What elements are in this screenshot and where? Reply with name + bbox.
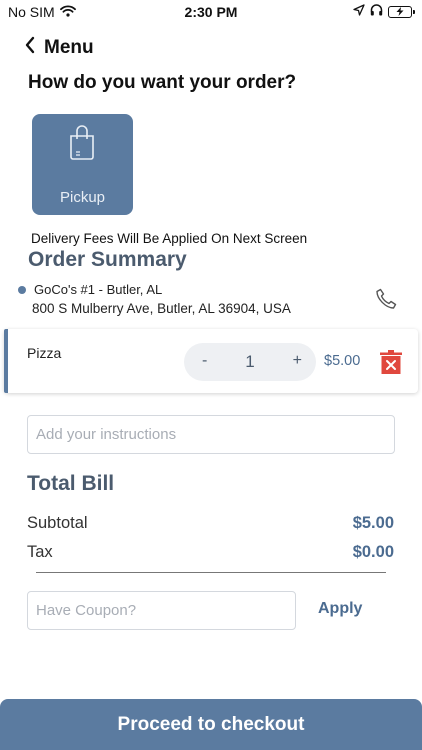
store-bullet (18, 286, 26, 294)
pickup-label: Pickup (59, 189, 106, 206)
coupon-input[interactable] (27, 591, 296, 630)
apply-coupon-button[interactable]: Apply (318, 600, 362, 618)
order-screen: No SIM 2:30 PM Menu How do you want your… (0, 0, 422, 750)
tax-label: Tax (27, 543, 53, 561)
pickup-option-button[interactable]: Pickup (32, 114, 133, 215)
shopping-bag-icon (68, 124, 96, 165)
item-name: Pizza (27, 345, 62, 361)
headphones-icon (370, 3, 383, 21)
proceed-to-checkout-button[interactable]: Proceed to checkout (0, 699, 422, 750)
item-accent-bar (4, 329, 8, 393)
store-address: 800 S Mulberry Ave, Butler, AL 36904, US… (32, 301, 291, 316)
back-to-menu-button[interactable]: Menu (24, 36, 94, 59)
instructions-input[interactable] (27, 415, 395, 454)
location-arrow-icon (353, 3, 365, 21)
subtotal-label: Subtotal (27, 514, 88, 532)
divider (36, 572, 386, 573)
item-price: $5.00 (324, 353, 361, 369)
back-label: Menu (44, 36, 94, 58)
list-item: Pizza - 1 + $5.00 (4, 329, 418, 393)
order-summary-title: Order Summary (28, 248, 187, 271)
total-bill-title: Total Bill (27, 472, 115, 495)
order-type-question: How do you want your order? (28, 72, 297, 93)
subtotal-value: $5.00 (352, 514, 394, 532)
battery-charging-icon (388, 6, 415, 18)
phone-icon[interactable] (374, 287, 398, 316)
delivery-fee-note: Delivery Fees Will Be Applied On Next Sc… (31, 231, 308, 246)
increment-button[interactable]: + (293, 352, 302, 370)
trash-icon[interactable] (380, 350, 402, 379)
store-name: GoCo's #1 - Butler, AL (34, 282, 163, 297)
tax-value: $0.00 (352, 543, 394, 561)
status-right (353, 3, 415, 21)
status-bar: No SIM 2:30 PM (0, 0, 422, 24)
quantity-stepper: - 1 + (184, 343, 316, 381)
chevron-left-icon (24, 36, 36, 59)
